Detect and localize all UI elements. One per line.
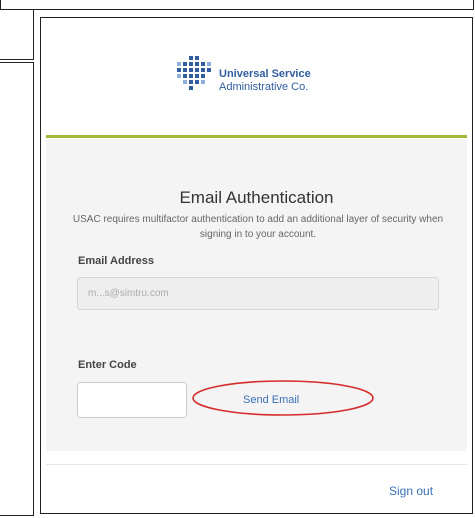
email-address-field[interactable] [77, 277, 439, 310]
code-input[interactable] [77, 382, 187, 418]
auth-card: Universal Service Administrative Co. Ema… [40, 17, 473, 514]
auth-description: USAC requires multifactor authentication… [72, 214, 444, 240]
usac-logo: Universal Service Administrative Co. [175, 52, 365, 102]
sign-out-link[interactable]: Sign out [389, 484, 433, 498]
enter-code-label: Enter Code [78, 359, 137, 371]
send-email-button[interactable]: Send Email [243, 394, 299, 406]
footer-divider [46, 464, 467, 465]
background-window-edge [0, 10, 34, 60]
accent-divider [46, 135, 467, 138]
background-window-frame [0, 0, 474, 10]
page-title: Email Authentication [179, 188, 334, 207]
auth-panel: Email Authentication USAC requires multi… [46, 139, 467, 451]
logo-text-line1: Universal Service [219, 68, 311, 80]
usac-logo-icon [177, 56, 211, 90]
email-address-label: Email Address [78, 255, 155, 267]
background-window-edge-lower [0, 62, 34, 516]
logo-text-line2: Administrative Co. [219, 81, 309, 93]
